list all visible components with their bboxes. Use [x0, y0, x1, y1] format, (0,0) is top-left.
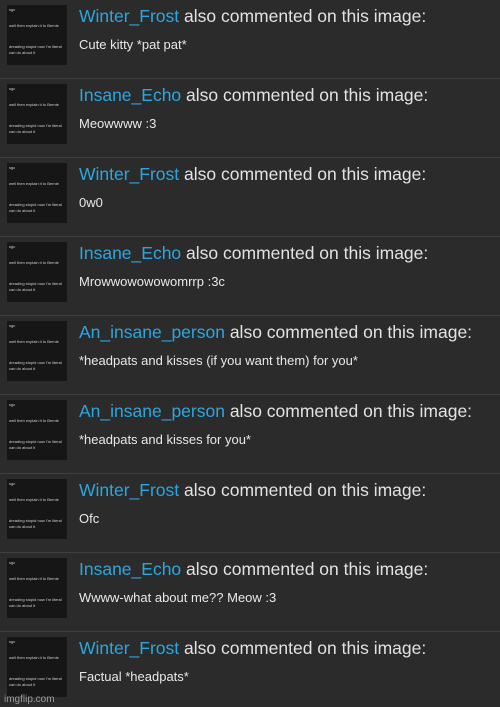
image-thumbnail[interactable]: sgc well then explain it to Bernie dread…: [7, 163, 67, 223]
notification-headline: Winter_Frost also commented on this imag…: [79, 5, 426, 27]
notification-headline: Insane_Echo also commented on this image…: [79, 84, 428, 106]
notification-action: also commented on this image:: [186, 85, 429, 105]
notification-item[interactable]: sgc well then explain it to Bernie dread…: [0, 553, 500, 632]
notification-headline: Insane_Echo also commented on this image…: [79, 558, 428, 580]
notification-action: also commented on this image:: [229, 322, 473, 342]
thumbnail-text: sgc: [9, 165, 16, 170]
thumbnail-text: well then explain it to Bernie: [9, 497, 59, 502]
image-thumbnail[interactable]: sgc well then explain it to Bernie dread…: [7, 400, 67, 460]
notification-action: also commented on this image:: [184, 164, 427, 184]
thumbnail-text: sgc: [9, 560, 16, 565]
notification-item[interactable]: sgc well then explain it to Bernie dread…: [0, 632, 500, 707]
notification-action: also commented on this image:: [186, 243, 429, 263]
username-link[interactable]: An_insane_person: [79, 401, 225, 421]
thumbnail-text: sgc: [9, 639, 16, 644]
comment-text: *headpats and kisses for you*: [79, 432, 251, 447]
thumbnail-text: dreading stupid now I'm literal: [9, 202, 62, 207]
comment-text: *headpats and kisses (if you want them) …: [79, 353, 358, 368]
notification-headline: Winter_Frost also commented on this imag…: [79, 163, 426, 185]
username-link[interactable]: Winter_Frost: [79, 164, 179, 184]
thumbnail-text: well then explain it to Bernie: [9, 418, 59, 423]
thumbnail-text: well then explain it to Bernie: [9, 181, 59, 186]
notification-item[interactable]: sgc well then explain it to Bernie dread…: [0, 158, 500, 237]
notification-headline: Winter_Frost also commented on this imag…: [79, 637, 426, 659]
notification-item[interactable]: sgc well then explain it to Bernie dread…: [0, 316, 500, 395]
notification-item[interactable]: sgc well then explain it to Bernie dread…: [0, 474, 500, 553]
comment-text: Ofc: [79, 511, 100, 526]
comment-text: Wwww-what about me?? Meow :3: [79, 590, 277, 605]
thumbnail-text: well then explain it to Bernie: [9, 576, 59, 581]
thumbnail-text: sgc: [9, 244, 16, 249]
notification-feed: sgc well then explain it to Bernie dread…: [0, 0, 500, 707]
notification-item[interactable]: sgc well then explain it to Bernie dread…: [0, 79, 500, 158]
thumbnail-text: can do about it: [9, 50, 36, 55]
comment-text: Cute kitty *pat pat*: [79, 37, 187, 52]
thumbnail-text: sgc: [9, 7, 16, 12]
image-thumbnail[interactable]: sgc well then explain it to Bernie dread…: [7, 479, 67, 539]
thumbnail-text: can do about it: [9, 445, 36, 450]
notification-headline: Insane_Echo also commented on this image…: [79, 242, 428, 264]
comment-text: Mrowwowowowomrrp :3c: [79, 274, 225, 289]
image-thumbnail[interactable]: sgc well then explain it to Bernie dread…: [7, 84, 67, 144]
thumbnail-text: sgc: [9, 402, 16, 407]
thumbnail-text: dreading stupid now I'm literal: [9, 676, 62, 681]
thumbnail-text: can do about it: [9, 524, 36, 529]
notification-headline: An_insane_person also commented on this …: [79, 400, 472, 422]
comment-text: Meowwww :3: [79, 116, 157, 131]
username-link[interactable]: An_insane_person: [79, 322, 225, 342]
image-thumbnail[interactable]: sgc well then explain it to Bernie dread…: [7, 321, 67, 381]
notification-action: also commented on this image:: [229, 401, 473, 421]
notification-headline: Winter_Frost also commented on this imag…: [79, 479, 426, 501]
image-thumbnail[interactable]: sgc well then explain it to Bernie dread…: [7, 242, 67, 302]
imgflip-watermark: imgflip.com: [4, 694, 55, 705]
notification-item[interactable]: sgc well then explain it to Bernie dread…: [0, 237, 500, 316]
notification-item[interactable]: sgc well then explain it to Bernie dread…: [0, 0, 500, 79]
thumbnail-text: can do about it: [9, 129, 36, 134]
notification-action: also commented on this image:: [186, 559, 429, 579]
notification-item[interactable]: sgc well then explain it to Bernie dread…: [0, 395, 500, 474]
thumbnail-text: dreading stupid now I'm literal: [9, 123, 62, 128]
thumbnail-text: dreading stupid now I'm literal: [9, 44, 62, 49]
thumbnail-text: sgc: [9, 86, 16, 91]
thumbnail-text: well then explain it to Bernie: [9, 339, 59, 344]
image-thumbnail[interactable]: sgc well then explain it to Bernie dread…: [7, 5, 67, 65]
thumbnail-text: dreading stupid now I'm literal: [9, 518, 62, 523]
thumbnail-text: dreading stupid now I'm literal: [9, 281, 62, 286]
username-link[interactable]: Insane_Echo: [79, 559, 181, 579]
notification-action: also commented on this image:: [184, 6, 427, 26]
username-link[interactable]: Winter_Frost: [79, 480, 179, 500]
thumbnail-text: can do about it: [9, 682, 36, 687]
thumbnail-text: sgc: [9, 481, 16, 486]
username-link[interactable]: Insane_Echo: [79, 85, 181, 105]
notification-action: also commented on this image:: [184, 480, 427, 500]
image-thumbnail[interactable]: sgc well then explain it to Bernie dread…: [7, 637, 67, 697]
thumbnail-text: well then explain it to Bernie: [9, 655, 59, 660]
thumbnail-text: dreading stupid now I'm literal: [9, 439, 62, 444]
username-link[interactable]: Winter_Frost: [79, 6, 179, 26]
thumbnail-text: can do about it: [9, 366, 36, 371]
notification-headline: An_insane_person also commented on this …: [79, 321, 472, 343]
notification-action: also commented on this image:: [184, 638, 427, 658]
image-thumbnail[interactable]: sgc well then explain it to Bernie dread…: [7, 558, 67, 618]
thumbnail-text: well then explain it to Bernie: [9, 260, 59, 265]
username-link[interactable]: Insane_Echo: [79, 243, 181, 263]
thumbnail-text: can do about it: [9, 603, 36, 608]
thumbnail-text: dreading stupid now I'm literal: [9, 360, 62, 365]
thumbnail-text: well then explain it to Bernie: [9, 23, 59, 28]
thumbnail-text: sgc: [9, 323, 16, 328]
username-link[interactable]: Winter_Frost: [79, 638, 179, 658]
thumbnail-text: can do about it: [9, 208, 36, 213]
comment-text: Factual *headpats*: [79, 669, 189, 684]
thumbnail-text: well then explain it to Bernie: [9, 102, 59, 107]
comment-text: 0w0: [79, 195, 103, 210]
thumbnail-text: can do about it: [9, 287, 36, 292]
thumbnail-text: dreading stupid now I'm literal: [9, 597, 62, 602]
